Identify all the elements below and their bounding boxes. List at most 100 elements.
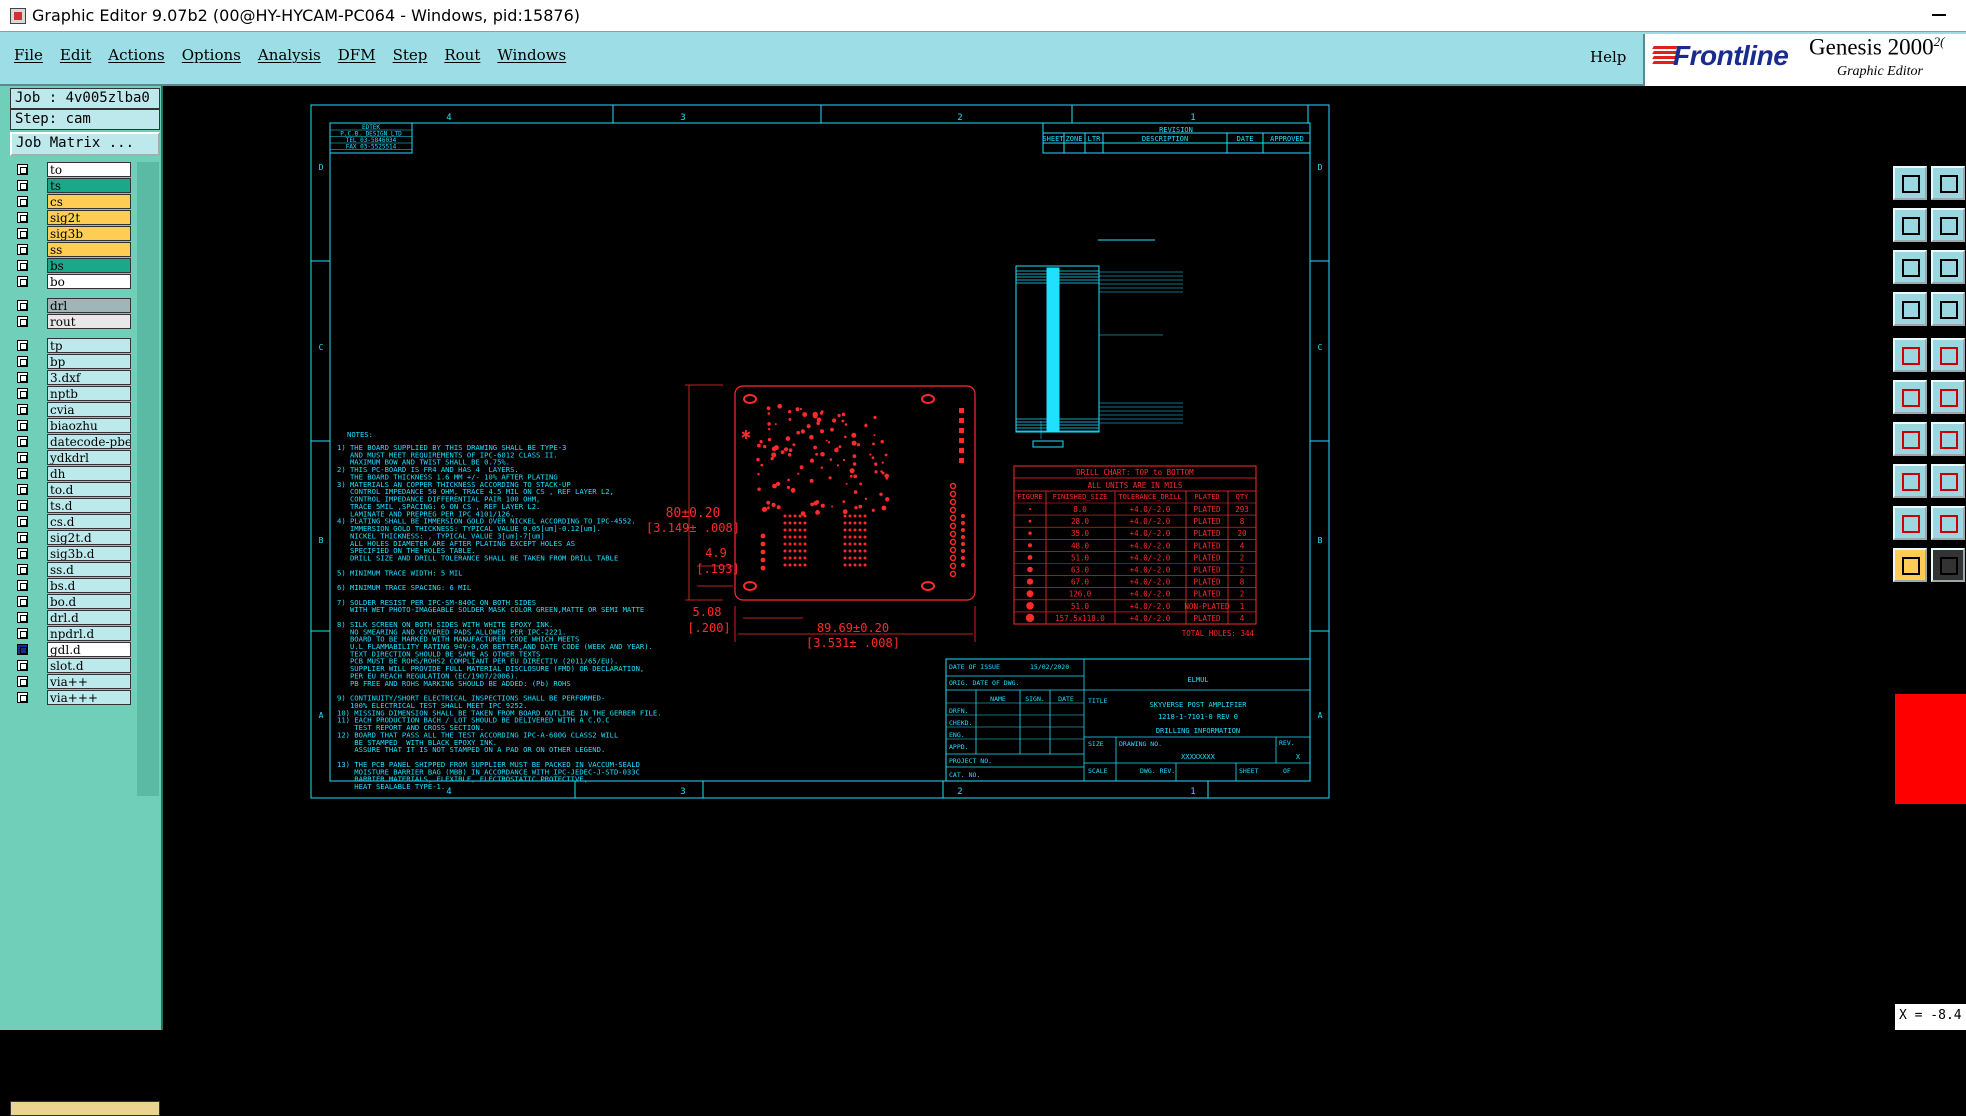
- layer-checkbox[interactable]: [17, 676, 28, 687]
- layer-checkbox[interactable]: [17, 340, 28, 351]
- layer-checkbox[interactable]: [17, 532, 28, 543]
- pad-button[interactable]: [1893, 464, 1927, 498]
- layer-row[interactable]: cvia: [12, 402, 133, 417]
- grid-button[interactable]: [1931, 292, 1965, 326]
- menu-actions[interactable]: Actions: [108, 46, 164, 68]
- layer-row[interactable]: cs: [12, 194, 133, 209]
- menu-windows[interactable]: Windows: [497, 46, 566, 68]
- layer-row[interactable]: sig3b.d: [12, 546, 133, 561]
- layer-name[interactable]: datecode-pbe: [47, 434, 131, 449]
- snap-button[interactable]: [1893, 338, 1927, 372]
- layer-row[interactable]: cs.d: [12, 514, 133, 529]
- layer-name[interactable]: slot.d: [47, 658, 131, 673]
- job-matrix-button[interactable]: Job Matrix ...: [10, 132, 160, 156]
- layer-name[interactable]: ss: [47, 242, 131, 257]
- layer-checkbox[interactable]: [17, 484, 28, 495]
- layer-row[interactable]: via+++: [12, 690, 133, 705]
- select-button[interactable]: [1893, 548, 1927, 582]
- menu-step[interactable]: Step: [393, 46, 428, 68]
- layer-name[interactable]: biaozhu: [47, 418, 131, 433]
- layer-checkbox[interactable]: [17, 356, 28, 367]
- layer-checkbox[interactable]: [17, 500, 28, 511]
- layer-checkbox[interactable]: [17, 388, 28, 399]
- menu-help[interactable]: Help: [1590, 48, 1626, 66]
- layer-name[interactable]: 3.dxf: [47, 370, 131, 385]
- layer-checkbox[interactable]: [17, 228, 28, 239]
- layer-name[interactable]: drl.d: [47, 610, 131, 625]
- menu-edit[interactable]: Edit: [60, 46, 91, 68]
- layer-checkbox[interactable]: [17, 660, 28, 671]
- layer-name[interactable]: bs.d: [47, 578, 131, 593]
- layer-row[interactable]: ss: [12, 242, 133, 257]
- measure-button[interactable]: [1893, 292, 1927, 326]
- select-2-button[interactable]: [1931, 548, 1965, 582]
- triangle-2-button[interactable]: [1931, 506, 1965, 540]
- zoom-fit-button[interactable]: [1893, 250, 1927, 284]
- layer-name[interactable]: dh: [47, 466, 131, 481]
- layer-row[interactable]: bp: [12, 354, 133, 369]
- layer-row[interactable]: sig3b: [12, 226, 133, 241]
- layer-checkbox[interactable]: [17, 300, 28, 311]
- layer-checkbox[interactable]: [17, 548, 28, 559]
- layer-row[interactable]: nptb: [12, 386, 133, 401]
- layer-row[interactable]: sig2t: [12, 210, 133, 225]
- layer-checkbox[interactable]: [17, 564, 28, 575]
- layer-row[interactable]: via++: [12, 674, 133, 689]
- layer-checkbox[interactable]: [17, 180, 28, 191]
- layer-row[interactable]: rout: [12, 314, 133, 329]
- layer-name[interactable]: ss.d: [47, 562, 131, 577]
- layer-checkbox[interactable]: [17, 196, 28, 207]
- layer-checkbox[interactable]: [17, 516, 28, 527]
- layer-row[interactable]: ydkdrl: [12, 450, 133, 465]
- menu-analysis[interactable]: Analysis: [258, 46, 321, 68]
- zoom-fwd-button[interactable]: [1931, 208, 1965, 242]
- layer-checkbox[interactable]: [17, 164, 28, 175]
- layer-name[interactable]: sig2t.d: [47, 530, 131, 545]
- zoom-home-button[interactable]: [1893, 166, 1927, 200]
- layer-name[interactable]: nptb: [47, 386, 131, 401]
- layer-name[interactable]: rout: [47, 314, 131, 329]
- layer-row[interactable]: ss.d: [12, 562, 133, 577]
- net-button[interactable]: [1893, 380, 1927, 414]
- layer-name[interactable]: to: [47, 162, 131, 177]
- layer-checkbox[interactable]: [17, 692, 28, 703]
- slope-button[interactable]: [1931, 422, 1965, 456]
- angle-button[interactable]: [1893, 422, 1927, 456]
- layer-name[interactable]: tp: [47, 338, 131, 353]
- layer-checkbox[interactable]: [17, 244, 28, 255]
- layer-row[interactable]: 3.dxf: [12, 370, 133, 385]
- layer-name[interactable]: gdl.d: [47, 642, 131, 657]
- layer-checkbox[interactable]: [17, 628, 28, 639]
- layer-name[interactable]: ydkdrl: [47, 450, 131, 465]
- line-button[interactable]: [1931, 338, 1965, 372]
- layer-name[interactable]: via+++: [47, 690, 131, 705]
- layer-name[interactable]: bo: [47, 274, 131, 289]
- layer-row[interactable]: ts.d: [12, 498, 133, 513]
- layer-checkbox[interactable]: [17, 452, 28, 463]
- layer-name[interactable]: sig3b.d: [47, 546, 131, 561]
- layer-row[interactable]: biaozhu: [12, 418, 133, 433]
- layer-row[interactable]: bs.d: [12, 578, 133, 593]
- layer-row[interactable]: bo.d: [12, 594, 133, 609]
- minimize-icon[interactable]: [1932, 14, 1946, 16]
- layer-row[interactable]: drl: [12, 298, 133, 313]
- layer-checkbox[interactable]: [17, 404, 28, 415]
- layer-row[interactable]: drl.d: [12, 610, 133, 625]
- layer-list-scrollbar[interactable]: [137, 162, 159, 796]
- layer-row[interactable]: ts: [12, 178, 133, 193]
- layer-checkbox[interactable]: [17, 212, 28, 223]
- layer-row[interactable]: gdl.d: [12, 642, 133, 657]
- layer-name[interactable]: to.d: [47, 482, 131, 497]
- layer-name[interactable]: bs: [47, 258, 131, 273]
- layer-row[interactable]: sig2t.d: [12, 530, 133, 545]
- menu-file[interactable]: File: [14, 46, 43, 68]
- layer-row[interactable]: dh: [12, 466, 133, 481]
- triangle-button[interactable]: [1893, 506, 1927, 540]
- layer-name[interactable]: cs: [47, 194, 131, 209]
- layer-row[interactable]: bs: [12, 258, 133, 273]
- layer-name[interactable]: bo.d: [47, 594, 131, 609]
- layer-row[interactable]: datecode-pbe: [12, 434, 133, 449]
- layer-checkbox[interactable]: [17, 276, 28, 287]
- layer-name[interactable]: cs.d: [47, 514, 131, 529]
- layer-checkbox[interactable]: [17, 580, 28, 591]
